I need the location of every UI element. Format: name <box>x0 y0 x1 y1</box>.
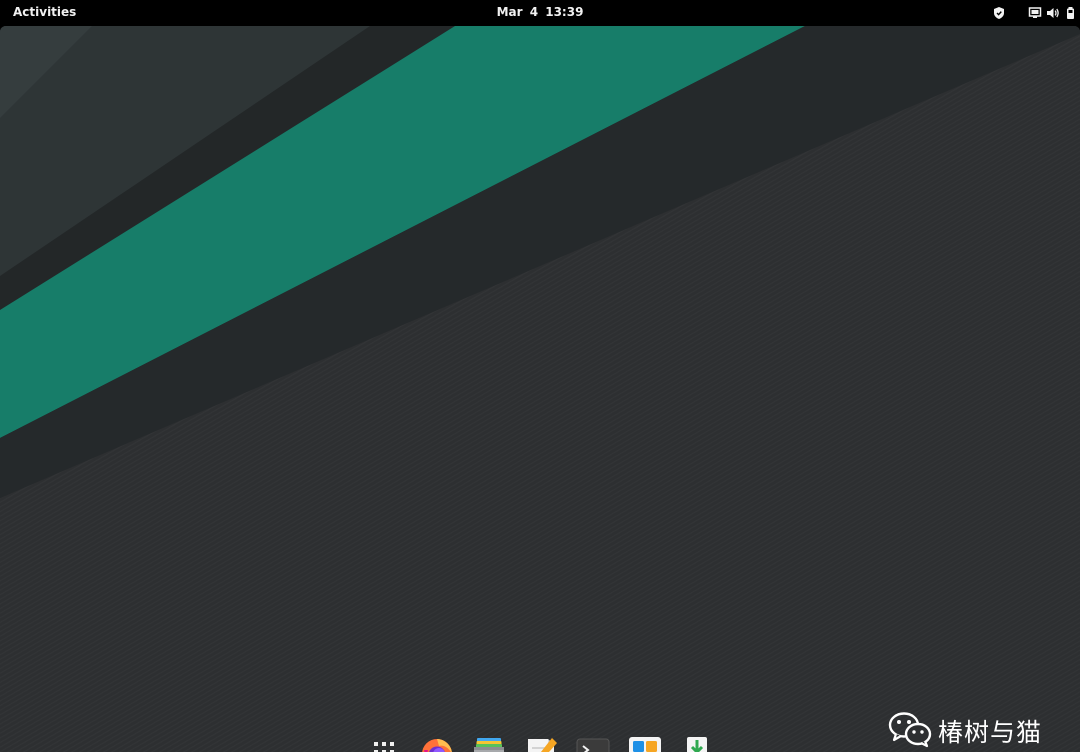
top-bar: Activities Mar 4 13:39 <box>0 0 1080 26</box>
software-icon <box>629 737 661 752</box>
volume-icon[interactable] <box>1046 6 1060 20</box>
watermark: 椿树与猫 <box>888 710 1058 750</box>
wechat-logo-icon <box>888 712 932 748</box>
terminal-icon <box>576 738 610 752</box>
clock-button[interactable]: Mar 4 13:39 <box>497 5 584 19</box>
shield-icon[interactable] <box>992 6 1006 20</box>
firefox-icon <box>422 739 452 752</box>
activities-button[interactable]: Activities <box>13 5 76 19</box>
desktop[interactable]: 椿树与猫 <box>0 26 1080 752</box>
dock-item-terminal[interactable] <box>572 730 612 752</box>
text-editor-icon <box>528 738 557 752</box>
system-status-area[interactable] <box>960 0 1080 26</box>
show-applications-button[interactable] <box>364 730 404 752</box>
app-grid-icon <box>374 742 394 752</box>
dock-item-installer[interactable] <box>676 730 716 752</box>
dock-item-files[interactable] <box>468 730 508 752</box>
dock-item-firefox[interactable] <box>416 730 456 752</box>
files-icon <box>474 738 504 752</box>
dock <box>362 730 718 752</box>
network-icon[interactable] <box>1028 6 1042 20</box>
battery-icon[interactable] <box>1064 6 1078 20</box>
clock-container: Mar 4 13:39 <box>0 5 1080 19</box>
dock-item-software[interactable] <box>624 730 664 752</box>
installer-icon <box>687 737 707 752</box>
watermark-text: 椿树与猫 <box>938 718 1043 747</box>
wallpaper <box>0 26 1080 752</box>
dock-item-text-editor[interactable] <box>520 730 560 752</box>
